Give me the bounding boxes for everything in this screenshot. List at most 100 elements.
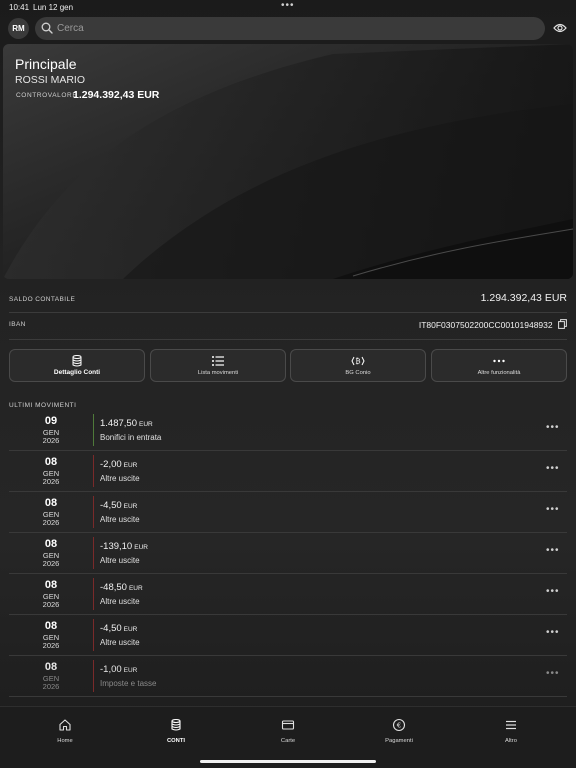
movement-currency: EUR: [123, 462, 138, 469]
movement-amount-group: -4,50 EUR: [100, 623, 137, 634]
tab-home-label: Home: [57, 738, 73, 744]
movement-day: 08: [44, 579, 58, 591]
bitcoin-icon: ₿: [351, 356, 365, 366]
recent-movements-title: ULTIMI MOVIMENTI: [9, 402, 77, 409]
movement-amount: -48,50: [100, 582, 127, 593]
avatar[interactable]: RM: [8, 18, 29, 39]
bg-conio-label: BG Conio: [345, 370, 371, 376]
status-time: 10:41: [9, 3, 30, 12]
movement-currency: EUR: [128, 585, 143, 592]
bg-conio-button[interactable]: ₿ BG Conio: [290, 349, 426, 382]
movement-row[interactable]: 08 GEN 2026 -48,50 EUR Altre uscite •••: [9, 574, 567, 615]
movement-amount-group: -2,00 EUR: [100, 459, 137, 470]
movement-amount-group: -4,50 EUR: [100, 500, 137, 511]
account-holder: ROSSI MARIO: [15, 74, 86, 86]
account-title: Principale: [15, 56, 77, 72]
movement-category: Imposte e tasse: [100, 679, 157, 688]
svg-text:₿: ₿: [355, 358, 360, 366]
tab-bar: Home CONTI Carte € Pagamenti Altro: [0, 706, 576, 768]
movement-year: 2026: [42, 600, 60, 609]
movement-category: Altre uscite: [100, 638, 140, 647]
multitasking-dots[interactable]: •••: [281, 0, 295, 11]
movement-amount-group: 1.487,50 EUR: [100, 418, 153, 429]
movement-day: 08: [44, 456, 58, 468]
top-bar: RM Cerca: [0, 17, 576, 41]
status-bar: 10:41 Lun 12 gen •••: [0, 0, 576, 14]
movements-list-button[interactable]: Lista movimenti: [150, 349, 286, 382]
movement-day: 08: [44, 538, 58, 550]
movement-year: 2026: [42, 436, 60, 445]
countervalue-amount: 1.294.392,43 EUR: [73, 89, 160, 101]
movement-row[interactable]: 08 GEN 2026 -1,00 EUR Imposte e tasse •••: [9, 656, 567, 697]
more-options-icon[interactable]: •••: [546, 668, 560, 679]
movements-list-label: Lista movimenti: [197, 370, 239, 376]
database-icon: [72, 355, 82, 367]
more-options-icon[interactable]: •••: [546, 504, 560, 515]
euro-icon: €: [392, 718, 406, 732]
more-features-button[interactable]: Altre funzionalità: [431, 349, 567, 382]
movement-category: Altre uscite: [100, 556, 140, 565]
list-icon: [212, 356, 224, 366]
movement-amount: -139,10: [100, 541, 133, 552]
menu-icon: [506, 720, 516, 730]
movement-amount: -2,00: [100, 459, 122, 470]
movement-amount-group: -139,10 EUR: [100, 541, 148, 552]
movement-amount: -4,50: [100, 623, 122, 634]
movement-year: 2026: [42, 641, 60, 650]
tab-accounts[interactable]: CONTI: [146, 717, 206, 751]
tab-cards-label: Carte: [280, 738, 296, 744]
search-bar[interactable]: Cerca: [35, 17, 545, 40]
movements-list: 09 GEN 2026 1.487,50 EUR Bonifici in entr…: [9, 410, 567, 706]
more-features-label: Altre funzionalità: [477, 370, 521, 376]
tab-home[interactable]: Home: [35, 717, 95, 751]
expense-indicator: [93, 619, 94, 651]
search-input[interactable]: Cerca: [57, 23, 84, 34]
tab-cards[interactable]: Carte: [258, 717, 318, 751]
movement-row[interactable]: 08 GEN 2026 -2,00 EUR Altre uscite •••: [9, 451, 567, 492]
balance-value: 1.294.392,43 EUR: [480, 292, 567, 304]
movement-amount-group: -1,00 EUR: [100, 664, 137, 675]
movement-amount: 1.487,50: [100, 418, 137, 429]
details-accounts-button[interactable]: Dettaglio Conti: [9, 349, 145, 382]
home-indicator[interactable]: [200, 760, 376, 763]
tab-accounts-label: CONTI: [166, 738, 186, 744]
movement-amount: -4,50: [100, 500, 122, 511]
expense-indicator: [93, 455, 94, 487]
movement-amount-group: -48,50 EUR: [100, 582, 143, 593]
countervalue-label: CONTROVALORE: [16, 92, 78, 99]
movement-currency: EUR: [123, 503, 138, 510]
more-options-icon[interactable]: •••: [546, 422, 560, 433]
movement-year: 2026: [42, 477, 60, 486]
movement-row[interactable]: 08 GEN 2026 -139,10 EUR Altre uscite •••: [9, 533, 567, 574]
movement-category: Bonifici in entrata: [100, 433, 162, 442]
copy-icon[interactable]: [558, 319, 567, 329]
more-options-icon[interactable]: •••: [546, 545, 560, 556]
details-accounts-label: Dettaglio Conti: [53, 369, 101, 376]
tab-more[interactable]: Altro: [481, 717, 541, 751]
movement-day: 08: [44, 497, 58, 509]
movement-currency: EUR: [123, 626, 138, 633]
eye-icon[interactable]: [553, 22, 567, 34]
tab-payments[interactable]: € Pagamenti: [369, 717, 429, 751]
more-options-icon[interactable]: •••: [546, 586, 560, 597]
more-options-icon[interactable]: •••: [546, 463, 560, 474]
movement-row[interactable]: 08 GEN 2026 -4,50 EUR Altre uscite •••: [9, 492, 567, 533]
movement-year: 2026: [42, 518, 60, 527]
expense-indicator: [93, 496, 94, 528]
movement-currency: EUR: [134, 544, 148, 551]
movement-category: Altre uscite: [100, 474, 140, 483]
balance-row: SALDO CONTABILE 1.294.392,43 EUR: [9, 291, 567, 317]
iban-label: IBAN: [9, 321, 26, 328]
iban-value-group: IT80F0307502200CC00101948932: [419, 319, 567, 330]
movement-row[interactable]: 09 GEN 2026 1.487,50 EUR Bonifici in entr…: [9, 410, 567, 451]
more-options-icon[interactable]: •••: [546, 627, 560, 638]
movement-row[interactable]: 08 GEN 2026 -4,50 EUR Altre uscite •••: [9, 615, 567, 656]
database-icon: [171, 718, 181, 731]
expense-indicator: [93, 578, 94, 610]
expense-indicator: [93, 537, 94, 569]
account-actions: Dettaglio Conti Lista movimenti ₿ BG Con…: [9, 349, 567, 382]
svg-text:€: €: [397, 722, 401, 730]
movement-year: 2026: [42, 682, 60, 691]
account-card[interactable]: Principale ROSSI MARIO CONTROVALORE 1.29…: [3, 44, 573, 279]
home-icon: [59, 719, 71, 731]
